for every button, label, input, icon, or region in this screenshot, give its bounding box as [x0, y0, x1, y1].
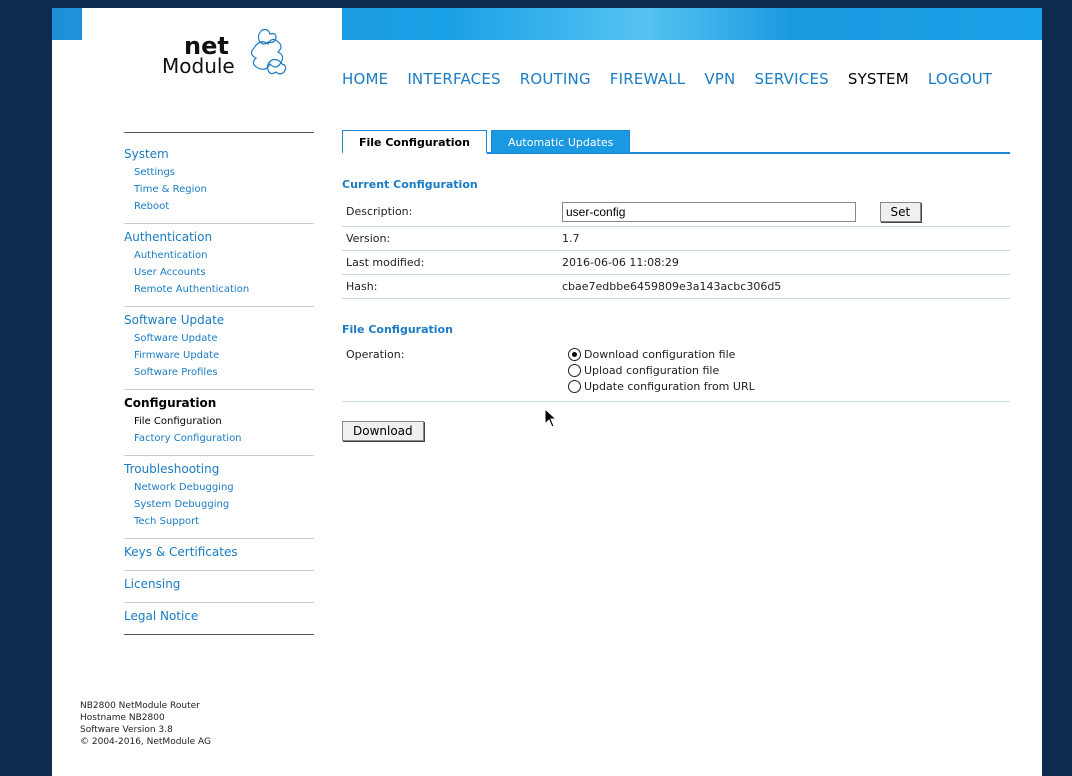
version-value: 1.7	[562, 232, 580, 245]
sidebar-item-file-configuration[interactable]: File Configuration	[124, 413, 314, 430]
radio-update-url-button[interactable]	[568, 380, 581, 393]
tab-bar: File Configuration Automatic Updates	[342, 130, 1010, 154]
sidebar-group-keys: Keys & Certificates	[124, 539, 314, 571]
sidebar-group-troubleshooting: Troubleshooting Network Debugging System…	[124, 456, 314, 539]
sidebar-item-time-region[interactable]: Time & Region	[124, 181, 314, 198]
download-button[interactable]: Download	[342, 421, 424, 441]
sidebar-group-configuration: Configuration File Configuration Factory…	[124, 390, 314, 456]
nav-logout[interactable]: LOGOUT	[928, 70, 992, 88]
radio-download[interactable]: Download configuration file	[568, 348, 755, 361]
operation-row: Operation: Download configuration file U…	[342, 342, 1010, 402]
version-row: Version: 1.7	[342, 227, 1010, 251]
hash-row: Hash: cbae7edbbe6459809e3a143acbc306d5	[342, 275, 1010, 299]
netmodule-logo: net Module	[162, 28, 322, 88]
page: net Module HOME INTERFACES ROUTING FIREW…	[52, 8, 1042, 776]
puzzle-icon	[250, 28, 287, 75]
sidebar-item-reboot[interactable]: Reboot	[124, 198, 314, 215]
device-info-footer: NB2800 NetModule Router Hostname NB2800 …	[80, 700, 211, 748]
sidebar-item-remote-authentication[interactable]: Remote Authentication	[124, 281, 314, 298]
sidebar-item-firmware-update[interactable]: Firmware Update	[124, 347, 314, 364]
sidebar-title-authentication[interactable]: Authentication	[124, 230, 314, 244]
sidebar-item-software-update[interactable]: Software Update	[124, 330, 314, 347]
description-label: Description:	[346, 205, 413, 218]
nav-routing[interactable]: ROUTING	[520, 70, 591, 88]
tab-automatic-updates[interactable]: Automatic Updates	[490, 130, 631, 154]
sidebar-item-user-accounts[interactable]: User Accounts	[124, 264, 314, 281]
hash-label: Hash:	[346, 280, 378, 293]
sidebar-item-network-debugging[interactable]: Network Debugging	[124, 479, 314, 496]
main-nav: HOME INTERFACES ROUTING FIREWALL VPN SER…	[342, 70, 1011, 88]
set-button[interactable]: Set	[879, 201, 922, 222]
current-configuration-heading: Current Configuration	[342, 178, 478, 191]
mouse-cursor-icon	[544, 408, 558, 428]
sidebar-group-authentication: Authentication Authentication User Accou…	[124, 224, 314, 307]
sidebar: System Settings Time & Region Reboot Aut…	[124, 132, 314, 635]
sidebar-title-licensing[interactable]: Licensing	[124, 577, 314, 591]
radio-download-label: Download configuration file	[584, 348, 736, 361]
radio-upload-button[interactable]	[568, 364, 581, 377]
sidebar-item-software-profiles[interactable]: Software Profiles	[124, 364, 314, 381]
sidebar-title-keys-certificates[interactable]: Keys & Certificates	[124, 545, 314, 559]
logo-module-text: Module	[162, 54, 235, 78]
sidebar-title-system[interactable]: System	[124, 147, 314, 161]
footer-copyright: © 2004-2016, NetModule AG	[80, 737, 211, 747]
version-label: Version:	[346, 232, 391, 245]
nav-firewall[interactable]: FIREWALL	[610, 70, 686, 88]
sidebar-item-authentication[interactable]: Authentication	[124, 247, 314, 264]
footer-software-version: Software Version 3.8	[80, 725, 173, 735]
sidebar-group-legal: Legal Notice	[124, 603, 314, 635]
sidebar-group-software-update: Software Update Software Update Firmware…	[124, 307, 314, 390]
nav-services[interactable]: SERVICES	[754, 70, 828, 88]
sidebar-item-factory-configuration[interactable]: Factory Configuration	[124, 430, 314, 447]
operation-radio-group: Download configuration file Upload confi…	[568, 348, 755, 393]
nav-home[interactable]: HOME	[342, 70, 388, 88]
sidebar-title-configuration[interactable]: Configuration	[124, 396, 314, 410]
operation-label: Operation:	[346, 348, 405, 361]
footer-model: NB2800 NetModule Router	[80, 701, 200, 711]
radio-update-url-label: Update configuration from URL	[584, 380, 755, 393]
radio-download-button[interactable]	[568, 348, 581, 361]
radio-upload[interactable]: Upload configuration file	[568, 364, 755, 377]
nav-vpn[interactable]: VPN	[704, 70, 735, 88]
sidebar-item-system-debugging[interactable]: System Debugging	[124, 496, 314, 513]
footer-hostname: Hostname NB2800	[80, 713, 165, 723]
main-content: File Configuration Automatic Updates Cur…	[342, 130, 1010, 441]
sidebar-group-system: System Settings Time & Region Reboot	[124, 141, 314, 224]
tab-file-configuration[interactable]: File Configuration	[342, 130, 487, 154]
sidebar-item-settings[interactable]: Settings	[124, 164, 314, 181]
sidebar-title-troubleshooting[interactable]: Troubleshooting	[124, 462, 314, 476]
description-input[interactable]	[562, 201, 856, 222]
last-modified-value: 2016-06-06 11:08:29	[562, 256, 679, 269]
nav-system[interactable]: SYSTEM	[848, 70, 909, 88]
logo-area: net Module	[82, 8, 342, 108]
last-modified-label: Last modified:	[346, 256, 425, 269]
file-configuration-heading: File Configuration	[342, 323, 453, 336]
hash-value: cbae7edbbe6459809e3a143acbc306d5	[562, 280, 782, 293]
description-row: Description: Set	[342, 197, 1010, 227]
nav-interfaces[interactable]: INTERFACES	[407, 70, 500, 88]
radio-upload-label: Upload configuration file	[584, 364, 720, 377]
sidebar-title-legal-notice[interactable]: Legal Notice	[124, 609, 314, 623]
sidebar-group-licensing: Licensing	[124, 571, 314, 603]
sidebar-item-tech-support[interactable]: Tech Support	[124, 513, 314, 530]
last-modified-row: Last modified: 2016-06-06 11:08:29	[342, 251, 1010, 275]
radio-update-url[interactable]: Update configuration from URL	[568, 380, 755, 393]
sidebar-title-software-update[interactable]: Software Update	[124, 313, 314, 327]
